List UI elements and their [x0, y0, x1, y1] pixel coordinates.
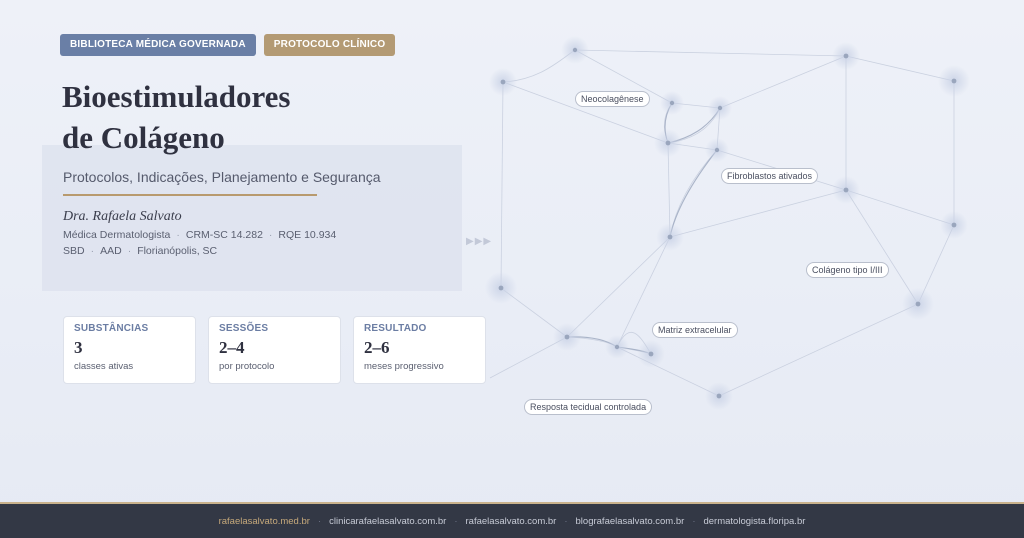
footer-link-clinica[interactable]: clinicarafaelasalvato.com.br: [329, 516, 446, 527]
author-specialty: Médica Dermatologista: [63, 229, 171, 241]
separator-dot: ·: [268, 229, 273, 241]
footer-links-bar: rafaelasalvato.med.br · clinicarafaelasa…: [0, 502, 1024, 538]
protocol-tag: PROTOCOLO CLÍNICO: [263, 34, 396, 56]
stat-label: SUBSTÂNCIAS: [74, 323, 149, 334]
footer-separator: ·: [564, 515, 568, 527]
page-title: Bioestimuladores de Colágeno: [62, 76, 382, 158]
tag-group: BIBLIOTECA MÉDICA GOVERNADA PROTOCOLO CL…: [60, 34, 396, 56]
network-label-neocolagenese: Neocolagênese: [575, 91, 650, 107]
stat-unit: por protocolo: [219, 361, 275, 372]
title-line-1: Bioestimuladores: [62, 79, 291, 114]
separator-dot: ·: [176, 229, 180, 241]
stat-unit: meses progressivo: [364, 361, 444, 372]
network-label-resposta: Resposta tecidual controlada: [524, 399, 653, 415]
stat-value: 2–4: [219, 338, 245, 357]
stat-value: 2–6: [364, 338, 390, 357]
stats-row: SUBSTÂNCIAS 3 classes ativas SESSÕES 2–4…: [63, 316, 486, 384]
author-crm: CRM-SC 14.282: [185, 229, 263, 241]
author-city: Florianópolis, SC: [137, 245, 218, 257]
author-name: Dra. Rafaela Salvato: [63, 209, 182, 224]
footer-link-floripa[interactable]: dermatologista.floripa.br: [703, 516, 805, 527]
network-label-colageno: Colágeno tipo I/III: [806, 262, 889, 278]
gold-divider: [63, 194, 317, 196]
network-label-fibroblastos: Fibroblastos ativados: [721, 168, 819, 184]
separator-dot: ·: [90, 245, 95, 257]
author-sbd: SBD: [63, 245, 85, 257]
page-subtitle: Protocolos, Indicações, Planejamento e S…: [63, 169, 381, 185]
title-line-2: de Colágeno: [62, 120, 225, 155]
stat-card-resultado: RESULTADO 2–6 meses progressivo: [353, 316, 486, 384]
stat-card-sessoes: SESSÕES 2–4 por protocolo: [208, 316, 341, 384]
stat-value: 3: [74, 338, 83, 357]
author-credentials: Médica Dermatologista · CRM-SC 14.282 · RQE …: [63, 229, 336, 241]
decorative-arrows-icon: ▶▶▶: [466, 236, 493, 247]
network-label-matriz: Matriz extracelular: [652, 322, 738, 338]
footer-link-blog[interactable]: blografaelasalvato.com.br: [576, 516, 685, 527]
stat-card-substancias: SUBSTÂNCIAS 3 classes ativas: [63, 316, 196, 384]
author-affiliations: SBD · AAD · Florianópolis, SC: [63, 245, 217, 257]
stat-label: RESULTADO: [364, 323, 427, 334]
footer-link-primary[interactable]: rafaelasalvato.med.br: [219, 516, 310, 527]
footer-link-site[interactable]: rafaelasalvato.com.br: [466, 516, 557, 527]
stat-label: SESSÕES: [219, 323, 269, 334]
separator-dot: ·: [127, 245, 132, 257]
footer-separator: ·: [454, 515, 458, 527]
stat-unit: classes ativas: [74, 361, 134, 372]
footer-separator: ·: [317, 515, 322, 527]
author-rqe: RQE 10.934: [278, 229, 337, 241]
footer-separator: ·: [692, 515, 696, 527]
library-tag: BIBLIOTECA MÉDICA GOVERNADA: [60, 34, 256, 56]
hero-section: BIBLIOTECA MÉDICA GOVERNADA PROTOCOLO CL…: [0, 0, 1024, 502]
author-aad: AAD: [100, 245, 122, 257]
